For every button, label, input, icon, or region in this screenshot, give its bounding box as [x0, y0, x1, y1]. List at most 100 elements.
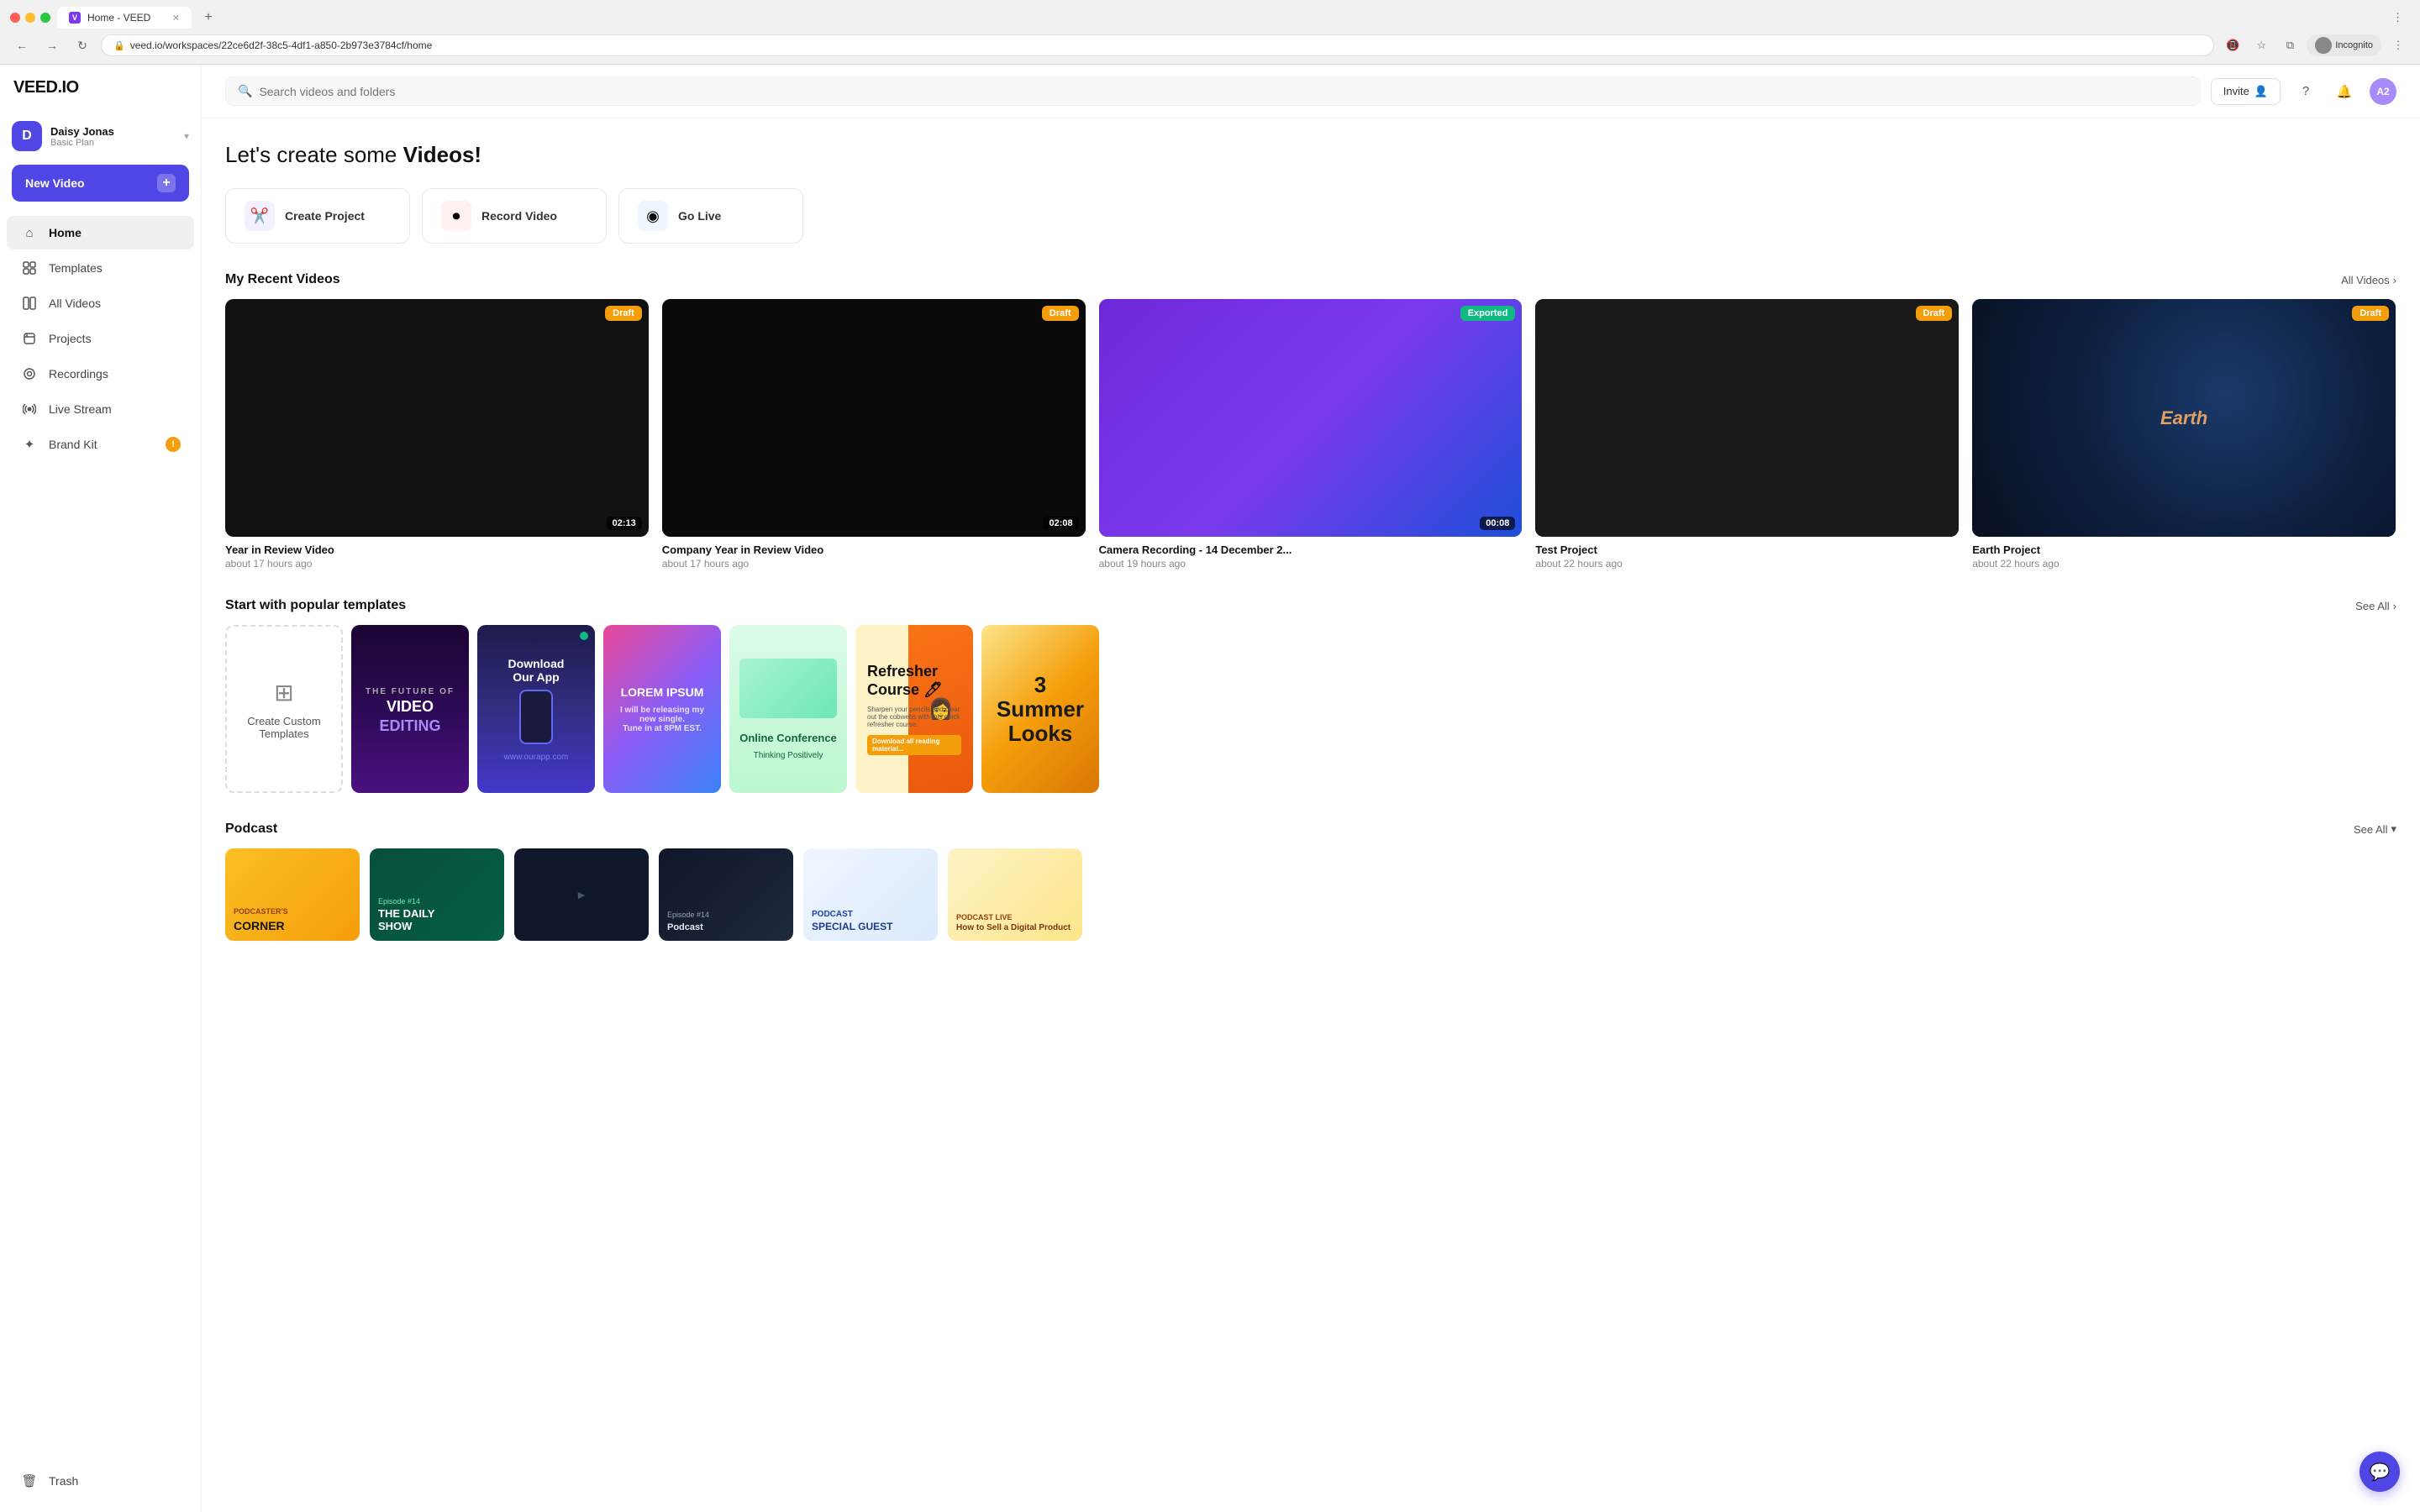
template-card[interactable]: DownloadOur App www.ourapp.com: [477, 625, 595, 793]
sidebar-item-label: Templates: [49, 261, 181, 275]
sidebar-item-home[interactable]: ⌂ Home: [7, 216, 194, 249]
create-project-card[interactable]: ✂️ Create Project: [225, 188, 410, 244]
close-dot[interactable]: [10, 13, 20, 23]
brand-kit-icon: ✦: [20, 435, 39, 454]
home-icon: ⌂: [20, 223, 39, 242]
video-time: about 22 hours ago: [1535, 558, 1959, 570]
search-icon: 🔍: [238, 84, 252, 98]
sidebar-item-templates[interactable]: Templates: [7, 251, 194, 285]
sidebar-item-live-stream[interactable]: Live Stream: [7, 392, 194, 426]
invite-button[interactable]: Invite 👤: [2211, 78, 2281, 105]
address-text: veed.io/workspaces/22ce6d2f-38c5-4df1-a8…: [130, 39, 433, 51]
nav-items: ⌂ Home Templates All Videos Projects: [0, 215, 201, 1463]
template-text: Online Conference: [739, 732, 837, 744]
browser-menu-dots[interactable]: ⋮: [2386, 34, 2410, 57]
video-card[interactable]: YEAR INREVIEW202 Draft 02:13 Year in Rev…: [225, 299, 649, 570]
minimize-dot[interactable]: [25, 13, 35, 23]
chevron-right-icon: ›: [2393, 274, 2396, 286]
thumbnail-bg: Earth: [1972, 299, 2396, 537]
new-tab-button[interactable]: +: [198, 8, 218, 28]
podcast-title: Podcast: [225, 822, 277, 837]
video-thumbnail: YEAR INREVIEW202 Draft 02:13: [225, 299, 649, 537]
podcast-card[interactable]: ▶: [514, 848, 649, 941]
template-card[interactable]: Online Conference Thinking Positively: [729, 625, 847, 793]
chat-bubble-button[interactable]: 💬: [2360, 1452, 2400, 1492]
extension-button[interactable]: ⧉: [2278, 34, 2302, 57]
main-content: 🔍 Invite 👤 ? 🔔 A2 Let's create some Vide…: [202, 65, 2420, 1512]
create-custom-template-card[interactable]: ⊞ Create Custom Templates: [225, 625, 343, 793]
new-video-button[interactable]: New Video +: [12, 165, 189, 202]
back-button[interactable]: ←: [10, 34, 34, 57]
sidebar-item-projects[interactable]: Projects: [7, 322, 194, 355]
podcast-placeholder: ▶: [578, 890, 585, 900]
create-templates-label: Create Custom Templates: [227, 715, 341, 740]
video-time: about 19 hours ago: [1099, 558, 1523, 570]
template-card[interactable]: LOREM IPSUM I will be releasing my new s…: [603, 625, 721, 793]
browser-tab[interactable]: V Home - VEED ✕: [57, 7, 192, 29]
sidebar-item-label: Trash: [49, 1474, 181, 1488]
template-text: 3SummerLooks: [997, 673, 1084, 745]
podcast-title-text: How to Sell a Digital Product: [956, 923, 1074, 932]
sidebar-item-recordings[interactable]: Recordings: [7, 357, 194, 391]
podcast-card[interactable]: PODCAST LIVE How to Sell a Digital Produ…: [948, 848, 1082, 941]
video-time: about 22 hours ago: [1972, 558, 2396, 570]
video-card[interactable]: Draft Test Project about 22 hours ago: [1535, 299, 1959, 570]
bookmark-button[interactable]: ☆: [2249, 34, 2273, 57]
user-avatar-topbar[interactable]: A2: [2370, 78, 2396, 105]
go-live-card[interactable]: ◉ Go Live: [618, 188, 803, 244]
tab-close-button[interactable]: ✕: [172, 13, 180, 24]
template-card[interactable]: 3SummerLooks: [981, 625, 1099, 793]
podcast-card[interactable]: Episode #14 THE DAILYSHOW: [370, 848, 504, 941]
chevron-down-icon: ▾: [2391, 822, 2396, 836]
forward-button[interactable]: →: [40, 34, 64, 57]
notifications-button[interactable]: 🔔: [2331, 78, 2358, 105]
video-duration: 02:13: [607, 517, 642, 530]
template-card[interactable]: THE FUTURE OF VIDEOEDITING: [351, 625, 469, 793]
sidebar-item-brand-kit[interactable]: ✦ Brand Kit !: [7, 428, 194, 461]
podcast-card[interactable]: PODCAST SPECIAL GUEST: [803, 848, 938, 941]
see-all-label: See All: [2354, 823, 2387, 836]
incognito-avatar: [2315, 37, 2332, 54]
search-input[interactable]: [259, 85, 2187, 98]
record-video-card[interactable]: ⏺ Record Video: [422, 188, 607, 244]
refresh-button[interactable]: ↻: [71, 34, 94, 57]
incognito-label: Incognito: [2335, 40, 2373, 50]
sidebar-item-all-videos[interactable]: All Videos: [7, 286, 194, 320]
template-subtext: Thinking Positively: [754, 751, 823, 760]
template-cta: Download all reading material...: [867, 735, 961, 755]
browser-menu-button[interactable]: ⋮: [2392, 11, 2403, 24]
address-bar[interactable]: 🔒 veed.io/workspaces/22ce6d2f-38c5-4df1-…: [101, 34, 2214, 56]
template-card[interactable]: RefresherCourse 🖊 Sharpen your pencils a…: [855, 625, 973, 793]
all-videos-link[interactable]: All Videos ›: [2341, 274, 2396, 286]
podcast-card[interactable]: PODCASTER'S CORNER: [225, 848, 360, 941]
camera-off-button[interactable]: 📵: [2221, 34, 2244, 57]
podcast-see-all[interactable]: See All ▾: [2354, 822, 2396, 836]
templates-title: Start with popular templates: [225, 598, 406, 613]
help-button[interactable]: ?: [2292, 78, 2319, 105]
sidebar-item-trash[interactable]: 🗑 Trash: [7, 1464, 194, 1498]
user-menu[interactable]: D Daisy Jonas Basic Plan ▾: [0, 114, 201, 165]
maximize-dot[interactable]: [40, 13, 50, 23]
podcast-title-text: THE DAILYSHOW: [378, 907, 496, 932]
video-time: about 17 hours ago: [662, 558, 1086, 570]
live-dot-indicator: [580, 632, 588, 640]
scissors-icon: ✂️: [245, 201, 275, 231]
content-area: Let's create some Videos! ✂️ Create Proj…: [202, 118, 2420, 964]
video-card[interactable]: Earth Draft Earth Project about 22 hours…: [1972, 299, 2396, 570]
video-duration: 00:08: [1480, 517, 1515, 530]
conference-graphic: [739, 659, 837, 717]
logo[interactable]: VEED.IO: [0, 78, 201, 114]
record-icon: ⏺: [441, 201, 471, 231]
podcast-title-text: Podcast: [667, 922, 785, 932]
chevron-down-icon: ▾: [184, 130, 189, 142]
podcast-label: PODCAST LIVE: [956, 913, 1074, 921]
video-card[interactable]: Exported 00:08 Camera Recording - 14 Dec…: [1099, 299, 1523, 570]
video-card[interactable]: Draft 02:08 Company Year in Review Video…: [662, 299, 1086, 570]
podcast-card[interactable]: Episode #14 Podcast: [659, 848, 793, 941]
podcast-grid: PODCASTER'S CORNER Episode #14 THE DAILY…: [225, 848, 2396, 941]
templates-see-all[interactable]: See All ›: [2355, 600, 2396, 612]
video-badge-exported: Exported: [1460, 306, 1516, 321]
sidebar-item-label: Brand Kit: [49, 438, 155, 451]
tab-favicon: V: [69, 12, 81, 24]
search-bar[interactable]: 🔍: [225, 76, 2201, 106]
